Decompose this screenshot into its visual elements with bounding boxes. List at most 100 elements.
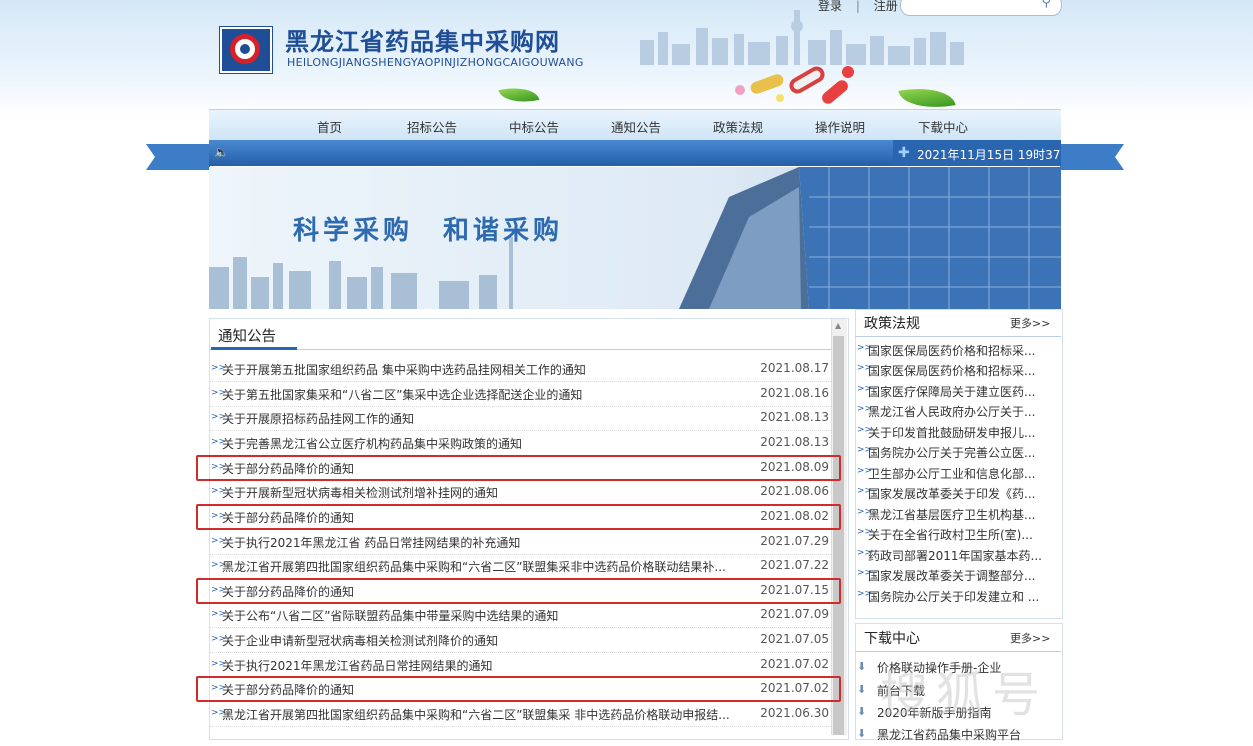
notice-title[interactable]: 关于开展原招标药品挂网工作的通知: [222, 410, 742, 427]
notice-title[interactable]: 关于开展第五批国家组织药品 集中采购中选药品挂网相关工作的通知: [222, 361, 742, 378]
nav-item-notices[interactable]: 通知公告: [611, 117, 661, 136]
nav-item-downloads[interactable]: 下载中心: [918, 117, 968, 136]
search-icon[interactable]: ⚲: [1041, 0, 1051, 10]
notice-date: 2021.08.06: [760, 484, 829, 498]
notice-date: 2021.08.16: [760, 386, 829, 400]
download-icon: ⬇: [857, 660, 867, 673]
site-logo[interactable]: [220, 27, 272, 73]
notice-date: 2021.06.30: [760, 706, 829, 720]
search-input[interactable]: ⚲: [900, 0, 1062, 16]
policy-item-title[interactable]: 国家发展改革委关于印发《药...: [868, 485, 1058, 502]
red-annotation-box: [196, 455, 841, 481]
notice-title[interactable]: 关于公布“八省二区”省际联盟药品集中带量采购中选结果的通知: [222, 607, 742, 624]
download-icon: ⬇: [857, 705, 867, 718]
top-links: 登录 | 注册: [818, 0, 898, 14]
policy-item[interactable]: >> 国家发展改革委关于调整部分...: [857, 565, 1057, 585]
notice-title[interactable]: 黑龙江省开展第四批国家组织药品集中采购和“六省二区”联盟集采非中选药品价格联动结…: [222, 558, 742, 575]
notice-row[interactable]: >> 关于开展第五批国家组织药品 集中采购中选药品挂网相关工作的通知 2021.08…: [209, 357, 831, 382]
speaker-icon: 🔈: [214, 145, 229, 159]
red-annotation-box: [196, 578, 841, 604]
scroll-up-arrow-icon[interactable]: ▲: [835, 321, 841, 330]
hero-banner: 科学采购 和谐采购: [209, 167, 1061, 309]
city-skyline-illustration: [640, 10, 964, 65]
active-tab-indicator: [211, 347, 297, 350]
policy-item-title[interactable]: 关于在全省行政村卫生所(室)...: [868, 526, 1058, 543]
policy-item-title[interactable]: 药政司部署2011年国家基本药...: [868, 547, 1058, 564]
banner-slogan: 科学采购 和谐采购: [293, 216, 564, 246]
nav-item-award-notice[interactable]: 中标公告: [509, 117, 559, 136]
policy-item[interactable]: >> 卫生部办公厅工业和信息化部...: [857, 463, 1057, 483]
nav-item-tender-notice[interactable]: 招标公告: [407, 117, 457, 136]
notice-row[interactable]: >> 关于开展新型冠状病毒相关检测试剂增补挂网的通知 2021.08.06: [209, 480, 831, 505]
notice-date: 2021.07.05: [760, 632, 829, 646]
downloads-more-link[interactable]: 更多>>: [1010, 630, 1050, 646]
logo-hub-icon: [240, 44, 250, 54]
header-background: [0, 0, 1253, 118]
download-icon: ⬇: [857, 683, 867, 696]
nav-item-instructions[interactable]: 操作说明: [815, 117, 865, 136]
notice-row[interactable]: >> 关于企业申请新型冠状病毒相关检测试剂降价的通知 2021.07.05: [209, 628, 831, 653]
notice-row[interactable]: >> 关于执行2021年黑龙江省药品日常挂网结果的通知 2021.07.02: [209, 653, 831, 678]
policy-item[interactable]: >> 国家医保局医药价格和招标采...: [857, 340, 1057, 360]
notice-row[interactable]: >> 关于完善黑龙江省公立医疗机构药品集中采购政策的通知 2021.08.13: [209, 431, 831, 456]
notice-title[interactable]: 关于开展新型冠状病毒相关检测试剂增补挂网的通知: [222, 484, 742, 501]
policy-item[interactable]: >> 国家发展改革委关于印发《药...: [857, 483, 1057, 503]
notice-row[interactable]: >> 黑龙江省开展第四批国家组织药品集中采购和“六省二区”联盟集采 非中选药品价格…: [209, 702, 831, 727]
notice-title[interactable]: 关于完善黑龙江省公立医疗机构药品集中采购政策的通知: [222, 435, 742, 452]
policy-item-title[interactable]: 国务院办公厅关于完善公立医...: [868, 444, 1058, 461]
policy-item[interactable]: >> 关于印发首批鼓励研发申报儿...: [857, 422, 1057, 442]
site-subtitle: HEILONGJIANGSHENGYAOPINJIZHONGCAIGOUWANG: [287, 56, 584, 69]
nav-item-home[interactable]: 首页: [317, 117, 342, 136]
policy-item-title[interactable]: 卫生部办公厅工业和信息化部...: [868, 465, 1058, 482]
notice-title[interactable]: 关于执行2021年黑龙江省 药品日常挂网结果的补充通知: [222, 534, 742, 551]
downloads-title[interactable]: 下载中心: [864, 628, 920, 648]
notice-date: 2021.08.13: [760, 410, 829, 424]
notice-title[interactable]: 关于执行2021年黑龙江省药品日常挂网结果的通知: [222, 657, 742, 674]
login-link[interactable]: 登录: [818, 0, 842, 14]
notice-title[interactable]: 关于第五批国家集采和“八省二区”集采中选企业选择配送企业的通知: [222, 386, 742, 403]
policy-item[interactable]: >> 黑龙江省人民政府办公厅关于...: [857, 401, 1057, 421]
policy-item-title[interactable]: 国家医保局医药价格和招标采...: [868, 362, 1058, 379]
policy-item-title[interactable]: 黑龙江省人民政府办公厅关于...: [868, 403, 1058, 420]
policy-item[interactable]: >> 国务院办公厅关于印发建立和 ...: [857, 586, 1057, 606]
notice-row[interactable]: >> 关于第五批国家集采和“八省二区”集采中选企业选择配送企业的通知 2021.08…: [209, 382, 831, 407]
policy-item-title[interactable]: 关于印发首批鼓励研发申报儿...: [868, 424, 1058, 441]
policy-item[interactable]: >> 国务院办公厅关于完善公立医...: [857, 442, 1057, 462]
register-link[interactable]: 注册: [874, 0, 898, 14]
policy-item[interactable]: >> 关于在全省行政村卫生所(室)...: [857, 524, 1057, 544]
download-item[interactable]: ⬇ 黑龙江省药品集中采购平台: [857, 724, 1057, 746]
ribbon-right-decoration: [1060, 144, 1124, 170]
ribbon-left-decoration: [146, 144, 210, 170]
tab-divider: [209, 349, 831, 350]
policy-divider: [855, 336, 1061, 337]
medicine-pills-illustration: [735, 66, 854, 104]
notice-row[interactable]: >> 黑龙江省开展第四批国家组织药品集中采购和“六省二区”联盟集采非中选药品价格联…: [209, 554, 831, 579]
top-link-divider: |: [855, 0, 860, 13]
policy-item-title[interactable]: 国家医疗保障局关于建立医药...: [868, 383, 1058, 400]
policy-item[interactable]: >> 药政司部署2011年国家基本药...: [857, 545, 1057, 565]
notice-title[interactable]: 关于企业申请新型冠状病毒相关检测试剂降价的通知: [222, 632, 742, 649]
policy-more-link[interactable]: 更多>>: [1010, 315, 1050, 331]
downloads-divider: [855, 651, 1061, 652]
download-icon: ⬇: [857, 727, 867, 740]
current-datetime: 2021年11月15日 19时37: [917, 148, 1061, 162]
policy-item-title[interactable]: 黑龙江省基层医疗卫生机构基...: [868, 506, 1058, 523]
policy-item[interactable]: >> 黑龙江省基层医疗卫生机构基...: [857, 504, 1057, 524]
nav-item-policy[interactable]: 政策法规: [713, 117, 763, 136]
notice-row[interactable]: >> 关于公布“八省二区”省际联盟药品集中带量采购中选结果的通知 2021.07.0…: [209, 603, 831, 628]
notice-date: 2021.07.02: [760, 657, 829, 671]
policy-title[interactable]: 政策法规: [864, 313, 920, 333]
notice-title[interactable]: 黑龙江省开展第四批国家组织药品集中采购和“六省二区”联盟集采 非中选药品价格联动…: [222, 706, 742, 723]
policy-item[interactable]: >> 国家医疗保障局关于建立医药...: [857, 381, 1057, 401]
notice-row[interactable]: >> 关于开展原招标药品挂网工作的通知 2021.08.13: [209, 406, 831, 431]
policy-item-title[interactable]: 国家医保局医药价格和招标采...: [868, 342, 1058, 359]
policy-item[interactable]: >> 国家医保局医药价格和招标采...: [857, 360, 1057, 380]
policy-item-title[interactable]: 国家发展改革委关于调整部分...: [868, 567, 1058, 584]
notice-date: 2021.08.13: [760, 435, 829, 449]
notice-row[interactable]: >> 关于执行2021年黑龙江省 药品日常挂网结果的补充通知 2021.07.29: [209, 530, 831, 555]
notice-date: 2021.07.22: [760, 558, 829, 572]
red-annotation-box: [196, 676, 841, 702]
policy-item-title[interactable]: 国务院办公厅关于印发建立和 ...: [868, 588, 1058, 605]
notice-date: 2021.08.17: [760, 361, 829, 375]
tab-notices[interactable]: 通知公告: [218, 325, 276, 346]
